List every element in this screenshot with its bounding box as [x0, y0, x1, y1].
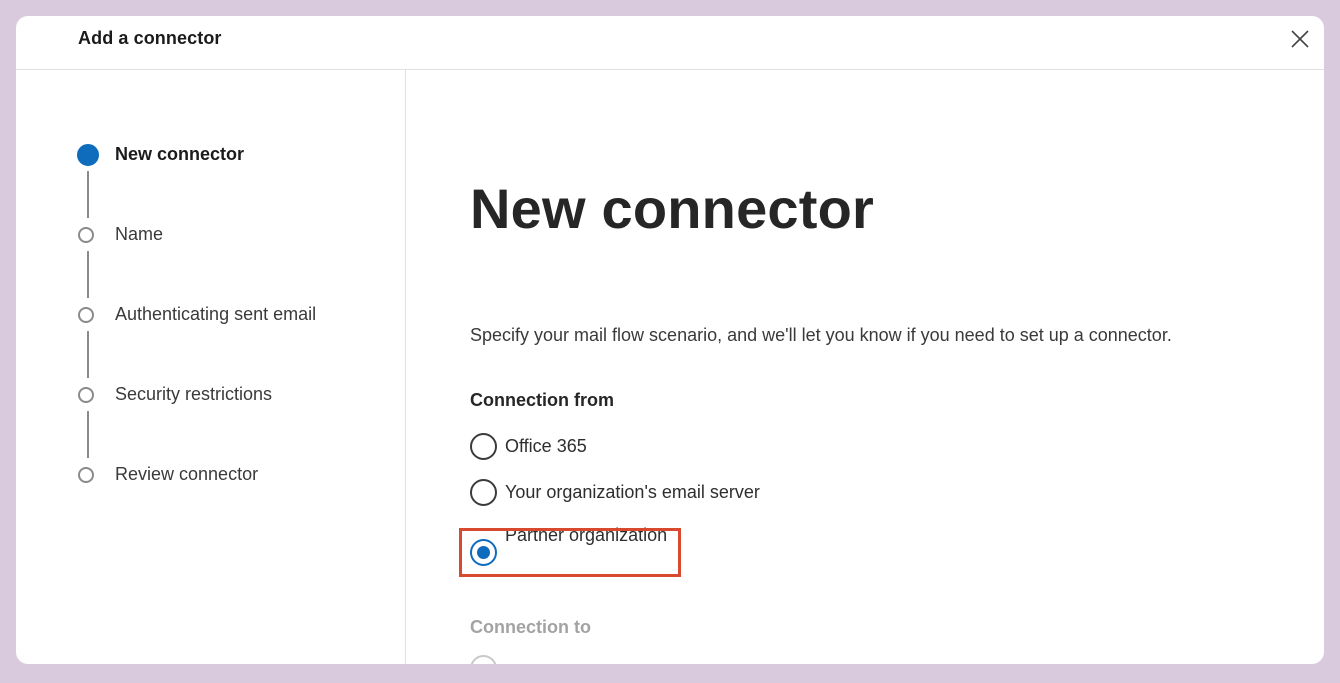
step-pending-indicator: [78, 387, 94, 403]
close-icon: [1291, 30, 1309, 48]
step-label: Authenticating sent email: [115, 304, 317, 324]
step-security-restrictions[interactable]: Security restrictions: [16, 383, 396, 413]
step-review-connector[interactable]: Review connector: [16, 463, 396, 493]
step-label: New connector: [115, 144, 245, 164]
wizard-steps: New connector Name Authenticating sent e…: [16, 70, 406, 664]
radio-label: Your organization's email server: [505, 482, 760, 502]
main-content: New connector Specify your mail flow sce…: [406, 70, 1324, 664]
connection-from-label: Connection from: [470, 390, 614, 410]
step-connector-line: [87, 251, 89, 298]
step-authenticating-sent-email[interactable]: Authenticating sent email: [16, 303, 396, 333]
step-current-indicator: [77, 144, 99, 166]
radio-organization-email-server[interactable]: Your organization's email server: [470, 479, 870, 507]
radio-label: Office 365: [505, 436, 587, 456]
dialog-title: Add a connector: [78, 28, 222, 48]
dialog-header: Add a connector: [16, 16, 1324, 70]
step-label: Name: [115, 224, 164, 244]
step-pending-indicator: [78, 307, 94, 323]
connection-to-label: Connection to: [470, 617, 591, 637]
step-label: Security restrictions: [115, 384, 273, 404]
step-new-connector[interactable]: New connector: [16, 143, 396, 173]
step-pending-indicator: [78, 467, 94, 483]
step-connector-line: [87, 331, 89, 378]
radio-office-365[interactable]: Office 365: [470, 433, 870, 461]
radio-button-disabled[interactable]: [470, 655, 497, 664]
step-connector-line: [87, 171, 89, 218]
highlight-annotation-box: [459, 528, 681, 577]
close-button[interactable]: [1288, 27, 1312, 51]
page-title: New connector: [470, 177, 875, 240]
radio-button-unchecked[interactable]: [470, 479, 497, 506]
step-label: Review connector: [115, 464, 259, 484]
radio-connection-to-partial[interactable]: [470, 655, 870, 664]
step-name[interactable]: Name: [16, 223, 396, 253]
add-connector-dialog: Add a connector New connector Name Authe…: [16, 16, 1324, 664]
radio-button-unchecked[interactable]: [470, 433, 497, 460]
step-connector-line: [87, 411, 89, 458]
step-pending-indicator: [78, 227, 94, 243]
page-description: Specify your mail flow scenario, and we'…: [470, 325, 1172, 345]
